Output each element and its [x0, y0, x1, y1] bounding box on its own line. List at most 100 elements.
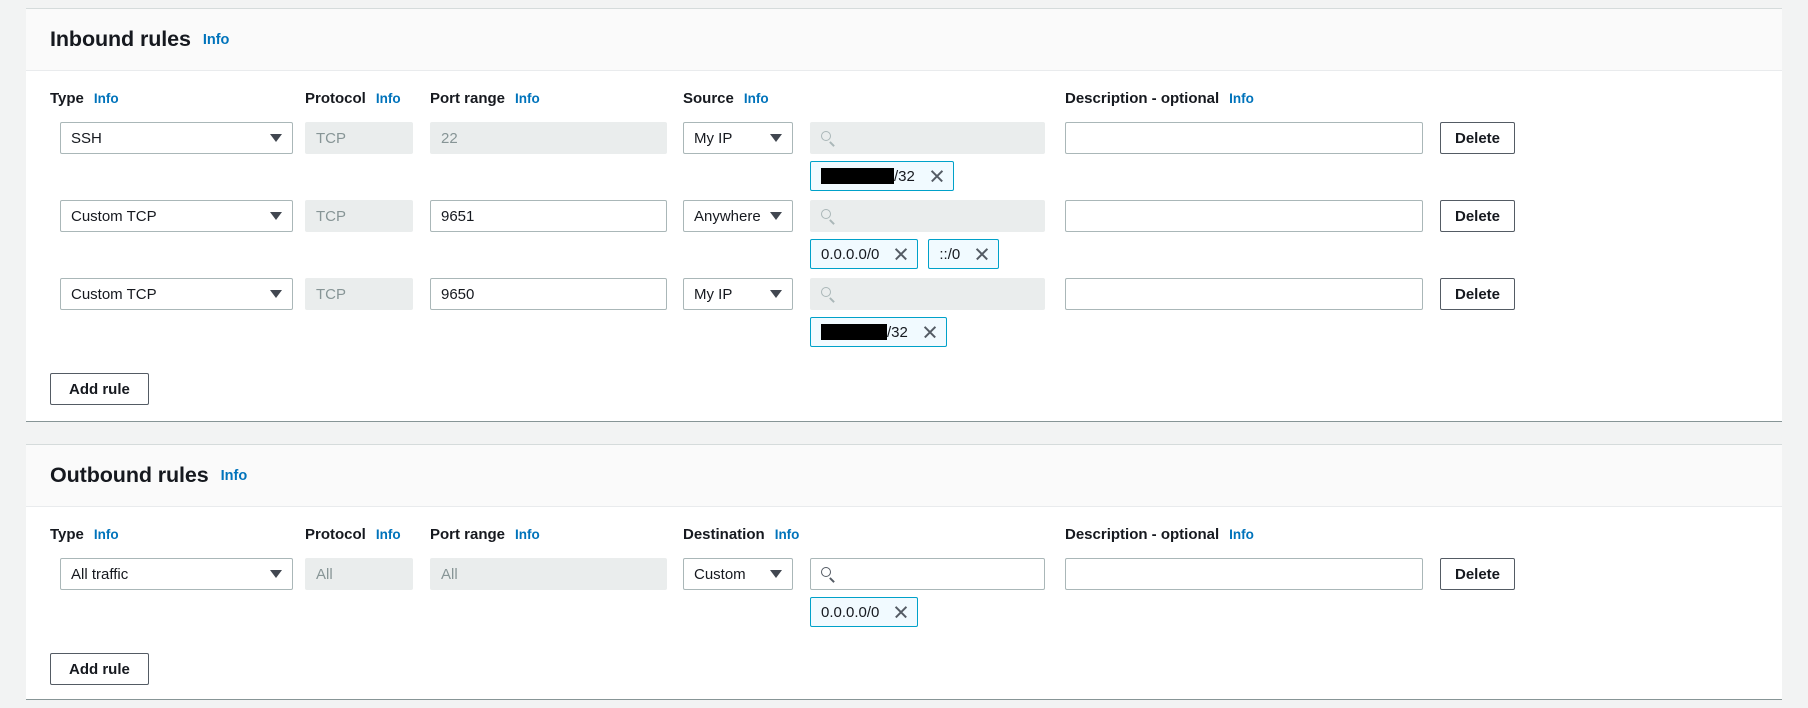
inbound-delete-rule-button[interactable]: Delete: [1440, 122, 1515, 154]
column-header-port-range-label: Port range: [430, 526, 505, 543]
outbound-column-headers: Type Info Protocol Info Port range Info …: [50, 507, 1758, 549]
outbound-rules-title: Outbound rules: [50, 463, 209, 488]
close-icon[interactable]: [893, 246, 909, 262]
column-protocol-info-link[interactable]: Info: [376, 527, 401, 542]
protocol-value: TCP: [316, 208, 346, 225]
chevron-down-icon: [770, 212, 782, 220]
inbound-port-range-input[interactable]: 9651: [430, 200, 667, 232]
inbound-port-range-input[interactable]: 9650: [430, 278, 667, 310]
chevron-down-icon: [770, 134, 782, 142]
close-icon[interactable]: [922, 324, 938, 340]
port-range-value: 9650: [441, 286, 474, 303]
column-header-type-label: Type: [50, 526, 84, 543]
inbound-rules-grid: Type Info Protocol Info Port range Info …: [50, 71, 1758, 405]
cidr-token-label: ::/0: [939, 246, 960, 263]
column-header-port-range-label: Port range: [430, 90, 505, 107]
inbound-description-input[interactable]: [1065, 122, 1423, 154]
inbound-delete-rule-button[interactable]: Delete: [1440, 278, 1515, 310]
cidr-token[interactable]: /32: [810, 161, 954, 191]
column-source-info-link[interactable]: Info: [744, 91, 769, 106]
search-icon: [821, 209, 836, 224]
outbound-type-select[interactable]: All traffic: [60, 558, 293, 590]
token-list: 0.0.0.0/0: [810, 597, 1065, 627]
chevron-down-icon: [770, 290, 782, 298]
cell-protocol: TCP: [305, 200, 430, 232]
token-list: /32: [810, 317, 1065, 347]
inbound-rules-info-link[interactable]: Info: [203, 32, 230, 48]
cidr-token[interactable]: 0.0.0.0/0: [810, 239, 918, 269]
inbound-type-select[interactable]: Custom TCP: [60, 278, 293, 310]
close-icon[interactable]: [974, 246, 990, 262]
type-select-value: Custom TCP: [71, 208, 157, 225]
type-select-value: All traffic: [71, 566, 128, 583]
column-port-range-info-link[interactable]: Info: [515, 91, 540, 106]
cell-type: Custom TCP: [50, 278, 305, 310]
cell-description: [1065, 558, 1440, 590]
cell-source-values: 0.0.0.0/0: [810, 558, 1065, 627]
redacted-ip-bar: [821, 168, 894, 184]
cell-source-values: 0.0.0.0/0::/0: [810, 200, 1065, 269]
inbound-rules-title: Inbound rules: [50, 27, 191, 52]
outbound-protocol-input: All: [305, 558, 413, 590]
column-header-protocol: Protocol Info: [305, 90, 430, 107]
column-header-protocol: Protocol Info: [305, 526, 430, 543]
column-type-info-link[interactable]: Info: [94, 527, 119, 542]
cell-delete: Delete: [1440, 278, 1560, 310]
inbound-add-rule-button[interactable]: Add rule: [50, 373, 149, 405]
port-range-value: All: [441, 566, 458, 583]
outbound-source-select[interactable]: Custom: [683, 558, 793, 590]
protocol-value: All: [316, 566, 333, 583]
inbound-source-select[interactable]: Anywhere: [683, 200, 793, 232]
protocol-value: TCP: [316, 286, 346, 303]
outbound-add-rule-button[interactable]: Add rule: [50, 653, 149, 685]
cell-source: My IP: [683, 122, 810, 154]
column-header-destination-label: Destination: [683, 526, 765, 543]
column-destination-info-link[interactable]: Info: [775, 527, 800, 542]
column-protocol-info-link[interactable]: Info: [376, 91, 401, 106]
inbound-source-select[interactable]: My IP: [683, 122, 793, 154]
cell-type: All traffic: [50, 558, 305, 590]
inbound-protocol-input: TCP: [305, 278, 413, 310]
outbound-rules-info-link[interactable]: Info: [221, 468, 248, 484]
inbound-rules-card: Inbound rules Info Type Info Protocol In…: [26, 8, 1782, 422]
close-icon[interactable]: [929, 168, 945, 184]
source-select-value: My IP: [694, 130, 732, 147]
cidr-token-label: 0.0.0.0/0: [821, 604, 879, 621]
column-type-info-link[interactable]: Info: [94, 91, 119, 106]
column-header-description-label: Description - optional: [1065, 90, 1219, 107]
outbound-source-search-input[interactable]: [810, 558, 1045, 590]
cidr-token-label: /32: [821, 168, 915, 185]
inbound-rules-body: Type Info Protocol Info Port range Info …: [26, 71, 1782, 405]
security-group-rules-page: Inbound rules Info Type Info Protocol In…: [0, 0, 1808, 708]
port-range-value: 22: [441, 130, 458, 147]
inbound-type-select[interactable]: SSH: [60, 122, 293, 154]
inbound-type-select[interactable]: Custom TCP: [60, 200, 293, 232]
inbound-protocol-input: TCP: [305, 122, 413, 154]
cell-delete: Delete: [1440, 200, 1560, 232]
cidr-token[interactable]: /32: [810, 317, 947, 347]
inbound-source-select[interactable]: My IP: [683, 278, 793, 310]
column-header-port-range: Port range Info: [430, 90, 683, 107]
cidr-token-label: /32: [821, 324, 908, 341]
cidr-token[interactable]: ::/0: [928, 239, 999, 269]
inbound-description-input[interactable]: [1065, 200, 1423, 232]
inbound-rule-rows: SSH TCP 22 My IP/32 Delete Custom TCP TCP 9651 A…: [50, 113, 1758, 347]
cidr-token-suffix: /32: [887, 324, 908, 341]
outbound-delete-rule-button[interactable]: Delete: [1440, 558, 1515, 590]
inbound-source-search-input: [810, 122, 1045, 154]
cell-source: Anywhere: [683, 200, 810, 232]
column-description-info-link[interactable]: Info: [1229, 527, 1254, 542]
cell-source-values: /32: [810, 122, 1065, 191]
inbound-description-input[interactable]: [1065, 278, 1423, 310]
outbound-port-range-input: All: [430, 558, 667, 590]
close-icon[interactable]: [893, 604, 909, 620]
column-description-info-link[interactable]: Info: [1229, 91, 1254, 106]
cidr-token[interactable]: 0.0.0.0/0: [810, 597, 918, 627]
column-port-range-info-link[interactable]: Info: [515, 527, 540, 542]
port-range-value: 9651: [441, 208, 474, 225]
protocol-value: TCP: [316, 130, 346, 147]
inbound-delete-rule-button[interactable]: Delete: [1440, 200, 1515, 232]
outbound-description-input[interactable]: [1065, 558, 1423, 590]
cell-port-range: 22: [430, 122, 683, 154]
token-list: 0.0.0.0/0::/0: [810, 239, 1065, 269]
